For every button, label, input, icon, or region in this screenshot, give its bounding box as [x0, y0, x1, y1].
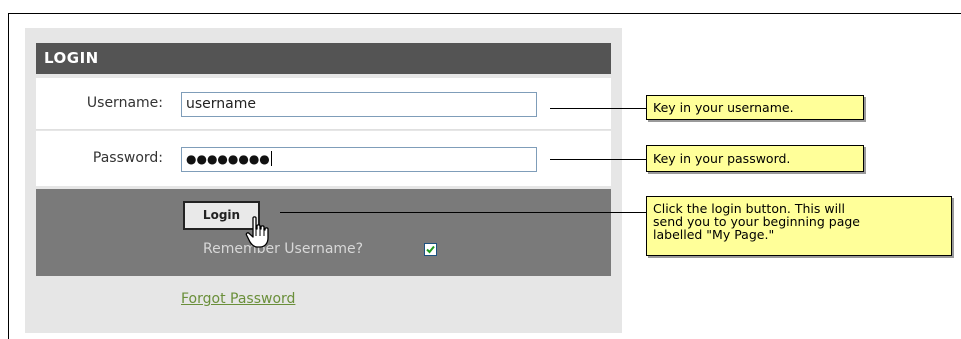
password-connector: [550, 159, 646, 160]
password-mask: ●●●●●●●●: [186, 152, 270, 166]
login-action-area: Login Remember Username?: [36, 189, 611, 276]
login-callout-line-3: labelled "My Page.": [653, 227, 775, 242]
password-label: Password:: [92, 150, 163, 166]
remember-username-label: Remember Username?: [203, 241, 364, 257]
hand-cursor-icon: [245, 216, 269, 248]
username-connector: [550, 108, 646, 109]
username-callout: Key in your username.: [646, 95, 864, 120]
password-row: Password: ●●●●●●●●: [36, 131, 611, 186]
remember-username-checkbox[interactable]: [424, 243, 437, 256]
text-caret: [270, 151, 272, 166]
login-connector: [280, 212, 646, 213]
forgot-password-link[interactable]: Forgot Password: [181, 291, 295, 307]
username-label: Username:: [86, 95, 163, 111]
login-header: LOGIN: [36, 43, 611, 74]
username-value: username: [186, 96, 256, 112]
password-input[interactable]: ●●●●●●●●: [181, 147, 537, 172]
password-callout: Key in your password.: [646, 145, 864, 172]
checkmark-icon: [426, 245, 435, 254]
login-callout: Click the login button. This will send y…: [646, 196, 952, 256]
username-row: Username: username: [36, 78, 611, 130]
username-input[interactable]: username: [181, 92, 537, 117]
